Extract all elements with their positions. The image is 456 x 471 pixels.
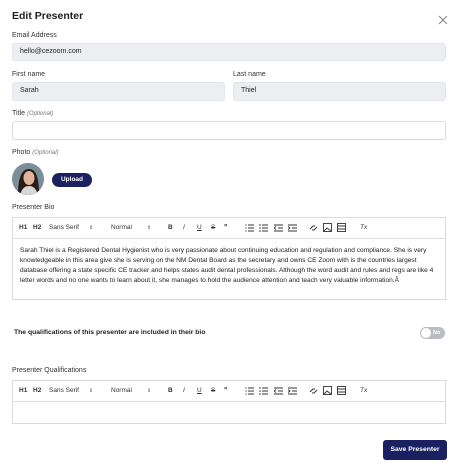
link-icon[interactable]	[309, 387, 318, 395]
bullet-list-icon[interactable]	[259, 224, 268, 232]
last-name-field[interactable]: Thiel	[233, 82, 446, 101]
strike-button[interactable]: S	[211, 381, 215, 401]
title-label: Title (Optional)	[12, 110, 53, 117]
strike-button[interactable]: S	[211, 218, 215, 238]
link-icon[interactable]	[309, 224, 318, 232]
h2-button[interactable]: H2	[33, 381, 41, 401]
qualifications-editor[interactable]: H1 H2 Sans Serif ⇕ Normal ⇕ B I U S ❞ Tx	[12, 380, 446, 424]
video-icon[interactable]	[337, 223, 346, 232]
first-name-label: First name	[12, 71, 46, 78]
bold-button[interactable]: B	[168, 381, 173, 401]
font-select[interactable]: Sans Serif ⇕	[49, 381, 93, 401]
size-caret-icon: ⇕	[146, 225, 152, 231]
ordered-list-icon[interactable]	[245, 387, 254, 395]
italic-button[interactable]: I	[183, 218, 185, 238]
size-caret-icon: ⇕	[146, 388, 152, 394]
clear-format-icon[interactable]: Tx	[360, 218, 367, 238]
photo-label: Photo (Optional)	[12, 149, 59, 156]
indent-icon[interactable]	[288, 224, 297, 232]
toggle-knob	[421, 328, 431, 338]
bio-editor[interactable]: H1 H2 Sans Serif ⇕ Normal ⇕ B I U S ❞ Tx S…	[12, 217, 446, 300]
bio-label: Presenter Bio	[12, 204, 55, 211]
font-caret-icon: ⇕	[89, 225, 94, 231]
email-field[interactable]: hello@cezoom.com	[12, 43, 446, 61]
qualifications-toolbar: H1 H2 Sans Serif ⇕ Normal ⇕ B I U S ❞ Tx	[13, 381, 445, 402]
quote-icon[interactable]: ❞	[224, 218, 228, 238]
title-field[interactable]	[12, 121, 446, 140]
photo-label-text: Photo	[12, 149, 31, 156]
size-select[interactable]: Normal ⇕	[111, 381, 151, 401]
bullet-list-icon[interactable]	[259, 387, 268, 395]
photo-optional: (Optional)	[32, 150, 59, 156]
underline-button[interactable]: U	[197, 218, 202, 238]
size-select-value: Normal	[111, 387, 132, 394]
outdent-icon[interactable]	[274, 387, 283, 395]
font-select-value: Sans Serif	[49, 387, 79, 394]
image-icon[interactable]	[323, 223, 332, 232]
email-label: Email Address	[12, 32, 57, 39]
title-optional: (Optional)	[26, 111, 54, 117]
italic-button[interactable]: I	[183, 381, 185, 401]
bio-text[interactable]: Sarah Thiel is a Registered Dental Hygie…	[13, 239, 445, 286]
ordered-list-icon[interactable]	[245, 224, 254, 232]
toggle-state: No	[433, 330, 441, 336]
video-icon[interactable]	[337, 386, 346, 395]
image-icon[interactable]	[323, 386, 332, 395]
save-presenter-button[interactable]: Save Presenter	[383, 440, 447, 460]
font-select[interactable]: Sans Serif ⇕	[49, 218, 93, 238]
last-name-label: Last name	[233, 71, 266, 78]
title-label-text: Title	[12, 110, 25, 117]
font-select-value: Sans Serif	[49, 224, 79, 231]
close-icon[interactable]	[437, 14, 449, 26]
outdent-icon[interactable]	[274, 224, 283, 232]
h1-button[interactable]: H1	[19, 218, 27, 238]
first-name-field[interactable]: Sarah	[12, 82, 225, 101]
modal-title: Edit Presenter	[12, 10, 84, 22]
avatar	[12, 163, 44, 195]
upload-button[interactable]: Upload	[52, 173, 92, 187]
clear-format-icon[interactable]: Tx	[360, 381, 367, 401]
size-select[interactable]: Normal ⇕	[111, 218, 151, 238]
indent-icon[interactable]	[288, 387, 297, 395]
qualifications-text[interactable]	[13, 402, 445, 409]
font-caret-icon: ⇕	[89, 388, 94, 394]
qualifications-toggle[interactable]: No	[420, 327, 445, 339]
qualifications-toggle-label: The qualifications of this presenter are…	[14, 329, 206, 336]
h2-button[interactable]: H2	[33, 218, 41, 238]
bio-toolbar: H1 H2 Sans Serif ⇕ Normal ⇕ B I U S ❞ Tx	[13, 218, 445, 239]
underline-button[interactable]: U	[197, 381, 202, 401]
quote-icon[interactable]: ❞	[224, 381, 228, 401]
qualifications-label: Presenter Qualifications	[12, 367, 87, 374]
h1-button[interactable]: H1	[19, 381, 27, 401]
bold-button[interactable]: B	[168, 218, 173, 238]
size-select-value: Normal	[111, 224, 132, 231]
